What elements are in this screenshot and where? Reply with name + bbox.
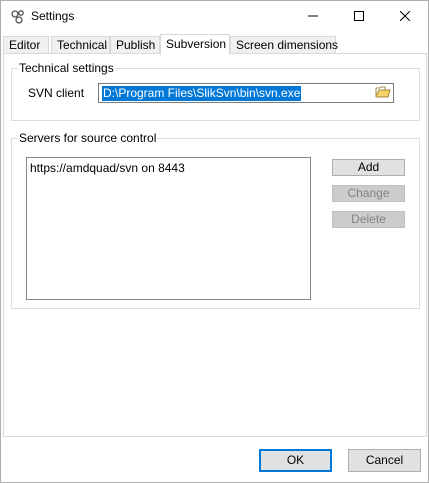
window-title: Settings xyxy=(31,9,75,23)
add-button[interactable]: Add xyxy=(332,159,405,176)
change-button[interactable]: Change xyxy=(332,185,405,202)
servers-title: Servers for source control xyxy=(18,131,158,145)
tab-publish[interactable]: Publish xyxy=(110,36,160,54)
tab-screen-dimensions[interactable]: Screen dimensions xyxy=(230,36,338,54)
ok-button[interactable]: OK xyxy=(259,449,332,472)
app-icon xyxy=(10,9,26,25)
tab-technical[interactable]: Technical xyxy=(51,36,110,54)
maximize-button[interactable] xyxy=(336,1,382,32)
tab-subversion[interactable]: Subversion xyxy=(160,34,230,55)
cancel-button[interactable]: Cancel xyxy=(348,449,421,472)
svn-client-label: SVN client xyxy=(28,86,85,100)
tab-editor[interactable]: Editor xyxy=(3,36,49,54)
minimize-button[interactable] xyxy=(290,1,336,32)
settings-window: Settings Editor Technical Publish Subver… xyxy=(0,0,429,483)
tab-strip: Editor Technical Publish Subversion Scre… xyxy=(3,34,427,55)
delete-button[interactable]: Delete xyxy=(332,211,405,228)
folder-open-icon xyxy=(375,85,391,102)
close-button[interactable] xyxy=(382,1,428,32)
servers-listbox[interactable]: https://amdquad/svn on 8443 xyxy=(26,157,311,300)
title-bar[interactable]: Settings xyxy=(1,1,428,32)
close-icon xyxy=(399,10,411,24)
minimize-icon xyxy=(308,10,318,24)
svn-client-field[interactable]: D:\Program Files\SlikSvn\bin\svn.exe xyxy=(98,83,394,103)
technical-settings-group: Technical settings SVN client D:\Program… xyxy=(11,61,420,121)
browse-button[interactable] xyxy=(374,85,392,101)
maximize-icon xyxy=(354,10,364,24)
technical-settings-title: Technical settings xyxy=(18,61,115,75)
list-item[interactable]: https://amdquad/svn on 8443 xyxy=(30,161,185,175)
servers-group: Servers for source control https://amdqu… xyxy=(11,131,420,309)
svn-client-value: D:\Program Files\SlikSvn\bin\svn.exe xyxy=(102,86,302,101)
subversion-page: Technical settings SVN client D:\Program… xyxy=(3,53,427,437)
